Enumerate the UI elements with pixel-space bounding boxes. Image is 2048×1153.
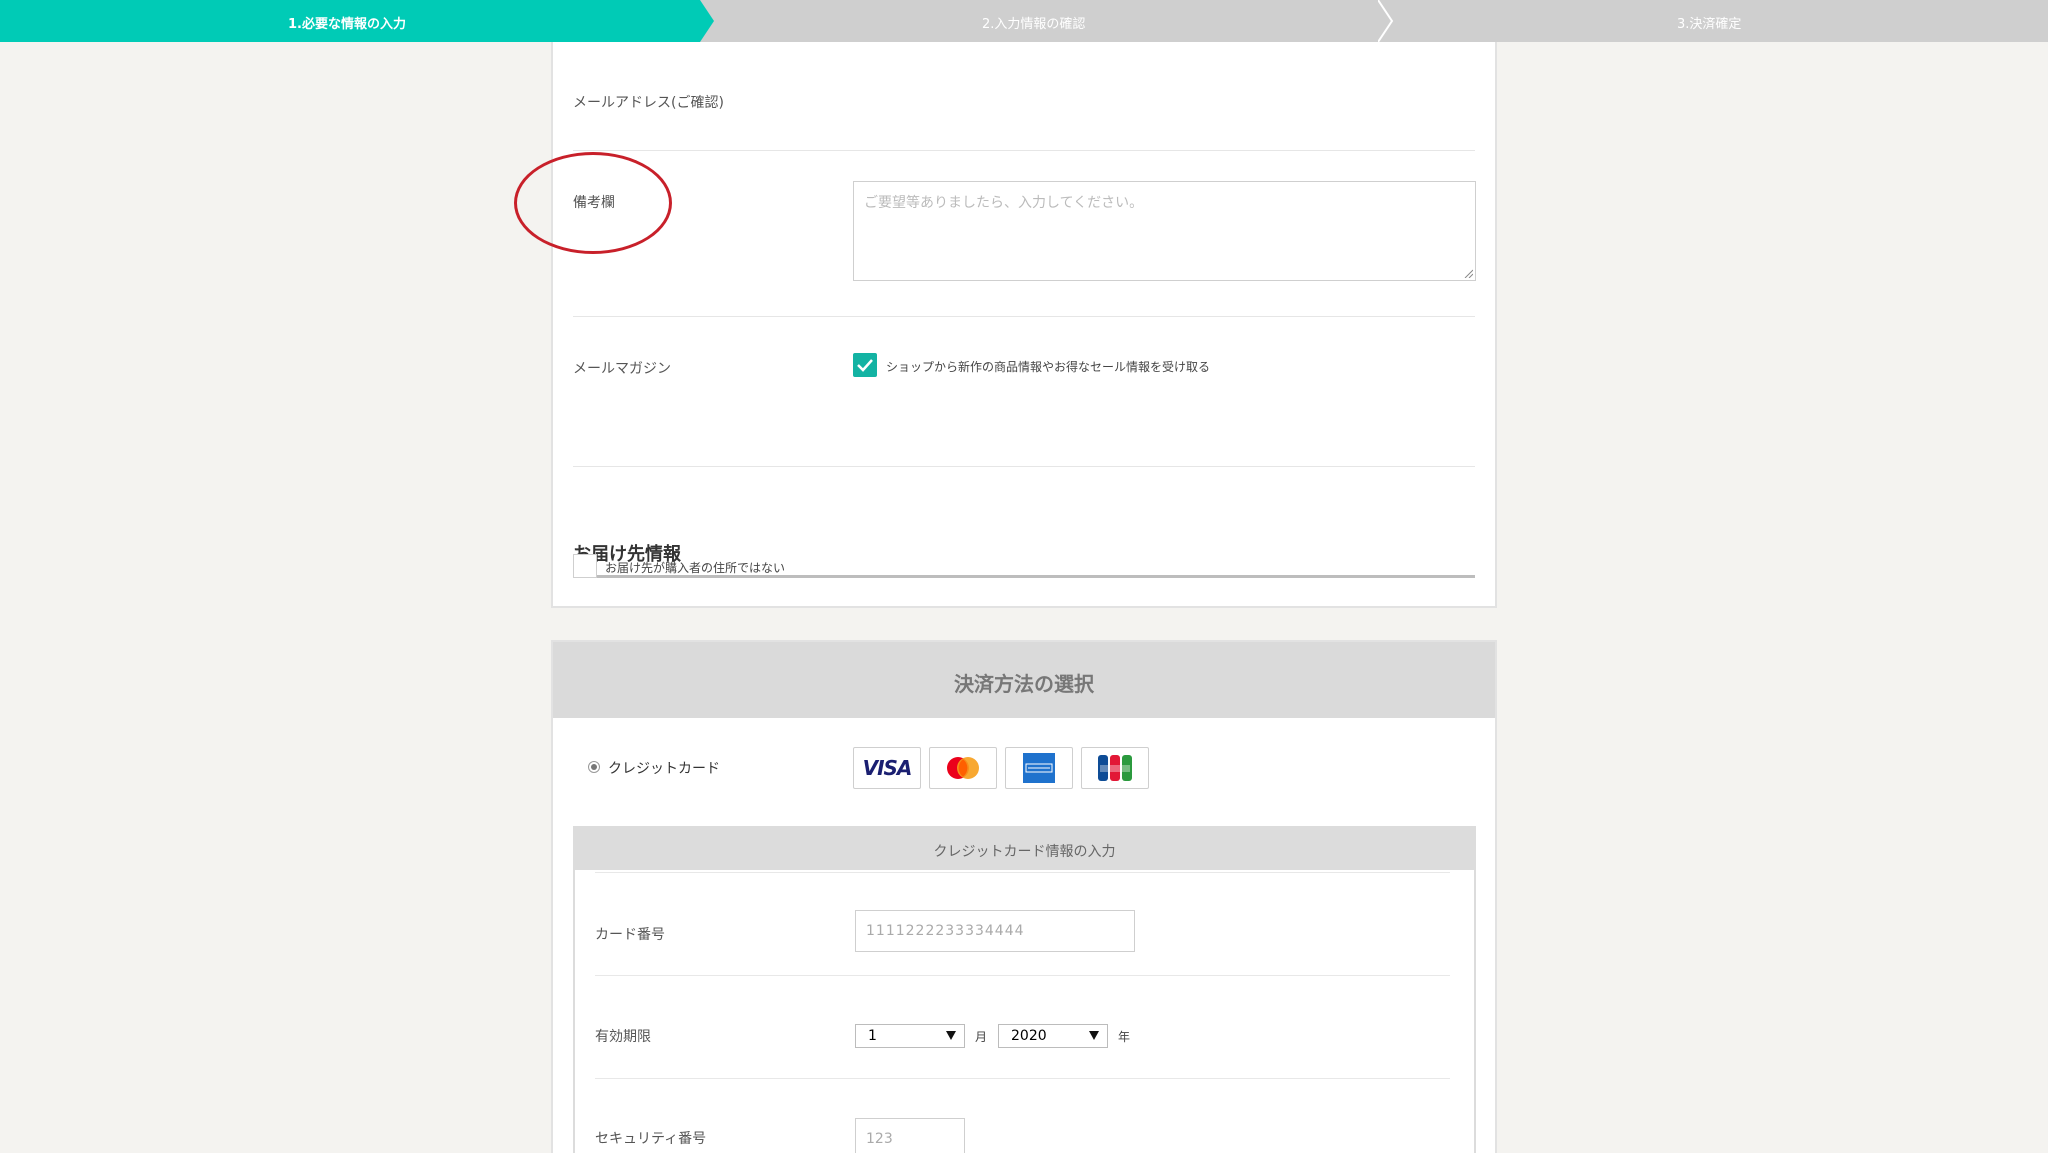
dropdown-arrow-icon: [1089, 1031, 1099, 1040]
card-number-placeholder: 1111222233334444: [866, 923, 1025, 939]
row-divider: [595, 872, 1450, 873]
visa-logo: VISA: [853, 747, 921, 789]
row-divider: [595, 975, 1450, 976]
expiry-year-value: 2020: [1011, 1028, 1047, 1044]
row-divider: [573, 466, 1475, 467]
mastercard-icon: [947, 757, 979, 779]
checkout-steps: 1.必要な情報の入力 2.入力情報の確認 3.決済確定: [0, 0, 2048, 42]
row-divider: [573, 150, 1475, 151]
expiry-month-value: 1: [868, 1028, 877, 1044]
delivery-address-checkbox[interactable]: [573, 554, 597, 578]
dropdown-arrow-icon: [946, 1031, 956, 1040]
row-divider: [573, 316, 1475, 317]
step-1-label: 1.必要な情報の入力: [288, 17, 406, 32]
security-code-label: セキュリティ番号: [595, 1131, 707, 1147]
remarks-placeholder: ご要望等ありましたら、入力してください。: [864, 195, 1144, 211]
payment-method-card: 決済方法の選択 クレジットカード VISA クレジットカード情報の入力 カード番…: [551, 640, 1497, 1153]
step-3-label: 3.決済確定: [1677, 17, 1742, 32]
security-code-input[interactable]: 123: [855, 1118, 965, 1153]
delivery-checkbox-text: お届け先が購入者の住所ではない: [605, 561, 786, 575]
credit-card-info-header: クレジットカード情報の入力: [575, 828, 1474, 870]
expiry-label: 有効期限: [595, 1029, 651, 1045]
visa-logo-text: VISA: [862, 756, 913, 780]
jcb-icon: [1098, 755, 1132, 781]
email-confirm-label: メールアドレス(ご確認): [573, 95, 724, 111]
checkmark-icon: [857, 359, 873, 372]
security-code-placeholder: 123: [866, 1131, 893, 1147]
payment-header: 決済方法の選択: [553, 642, 1495, 718]
annotation-circle: [514, 152, 672, 254]
newsletter-label: メールマガジン: [573, 361, 671, 377]
year-unit: 年: [1118, 1030, 1131, 1044]
month-unit: 月: [975, 1030, 988, 1044]
amex-logo: [1005, 747, 1073, 789]
credit-card-info-title: クレジットカード情報の入力: [933, 844, 1116, 860]
newsletter-text: ショップから新作の商品情報やお得なセール情報を受け取る: [886, 360, 1211, 374]
step-2-label: 2.入力情報の確認: [982, 17, 1086, 32]
credit-card-radio[interactable]: [588, 761, 600, 773]
resize-grip-icon[interactable]: [1463, 268, 1473, 278]
payment-title: 決済方法の選択: [954, 672, 1094, 696]
jcb-logo: [1081, 747, 1149, 789]
card-number-input[interactable]: 1111222233334444: [855, 910, 1135, 952]
newsletter-checkbox[interactable]: [853, 353, 877, 377]
customer-info-card: メールアドレス(ご確認) 備考欄 ご要望等ありましたら、入力してください。 メー…: [551, 42, 1497, 608]
credit-card-label: クレジットカード: [608, 761, 720, 777]
card-number-label: カード番号: [595, 927, 665, 943]
credit-card-info-panel: クレジットカード情報の入力 カード番号 1111222233334444 有効期…: [573, 826, 1476, 1153]
amex-icon: [1023, 753, 1055, 783]
expiry-year-select[interactable]: 2020: [998, 1024, 1108, 1048]
mastercard-logo: [929, 747, 997, 789]
remarks-textarea[interactable]: ご要望等ありましたら、入力してください。: [853, 181, 1476, 281]
row-divider: [595, 1078, 1450, 1079]
expiry-month-select[interactable]: 1: [855, 1024, 965, 1048]
